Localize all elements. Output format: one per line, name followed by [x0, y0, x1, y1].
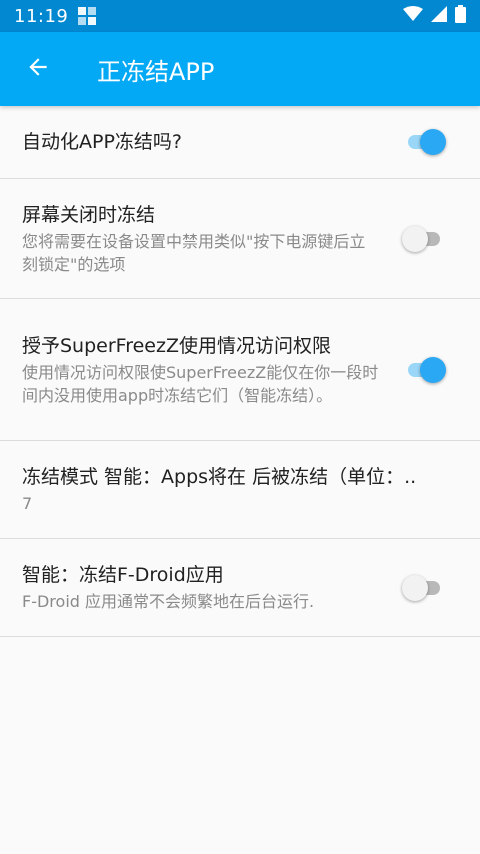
pref-freeze-on-screen-off[interactable]: 屏幕关闭时冻结 您将需要在设备设置中禁用类似"按下电源键后立刻锁定"的选项 — [0, 179, 480, 299]
switch-thumb — [420, 129, 446, 155]
switch-thumb — [402, 225, 428, 252]
pref-summary: 使用情况访问权限使SuperFreezZ能仅在你一段时间内没用使用app时冻结它… — [22, 362, 379, 405]
pref-title: 屏幕关闭时冻结 — [22, 203, 156, 226]
wifi-icon — [403, 6, 423, 26]
battery-icon — [455, 5, 466, 27]
auto-freeze-switch[interactable] — [404, 129, 446, 155]
switch-thumb — [420, 356, 446, 383]
pref-title: 自动化APP冻结吗? — [22, 131, 182, 153]
page-title: 正冻结APP — [97, 57, 215, 86]
signal-icon — [431, 6, 447, 26]
pref-title: 授予SuperFreezZ使用情况访问权限 — [22, 334, 331, 357]
pref-title: 智能：冻结F-Droid应用 — [22, 564, 224, 586]
app-bar: 正冻结APP — [0, 32, 480, 106]
pref-summary: 您将需要在设备设置中禁用类似"按下电源键后立刻锁定"的选项 — [22, 231, 366, 274]
pref-freeze-fdroid[interactable]: 智能：冻结F-Droid应用 F-Droid 应用通常不会频繁地在后台运行. — [0, 539, 480, 637]
pref-summary: 7 — [22, 494, 33, 513]
status-bar: 11:19 — [0, 0, 480, 32]
switch-thumb — [402, 574, 428, 601]
back-button[interactable] — [8, 39, 68, 99]
pref-summary: F-Droid 应用通常不会频繁地在后台运行. — [22, 592, 315, 611]
pref-freeze-mode[interactable]: 冻结模式 智能：Apps将在 后被冻结（单位：.. 7 — [0, 441, 480, 539]
arrow-left-icon — [25, 54, 51, 84]
screen-off-freeze-switch[interactable] — [402, 225, 444, 252]
pref-title: 冻结模式 智能：Apps将在 后被冻结（单位：.. — [22, 466, 417, 488]
notification-icon — [78, 7, 97, 25]
pref-usage-access[interactable]: 授予SuperFreezZ使用情况访问权限 使用情况访问权限使SuperFree… — [0, 299, 480, 441]
usage-access-switch[interactable] — [404, 356, 446, 383]
pref-auto-freeze[interactable]: 自动化APP冻结吗? — [0, 106, 480, 179]
status-time: 11:19 — [14, 5, 69, 27]
preference-list: 自动化APP冻结吗? 屏幕关闭时冻结 您将需要在设备设置中禁用类似"按下电源键后… — [0, 106, 480, 637]
status-icons — [403, 5, 466, 27]
fdroid-freeze-switch[interactable] — [402, 574, 444, 601]
